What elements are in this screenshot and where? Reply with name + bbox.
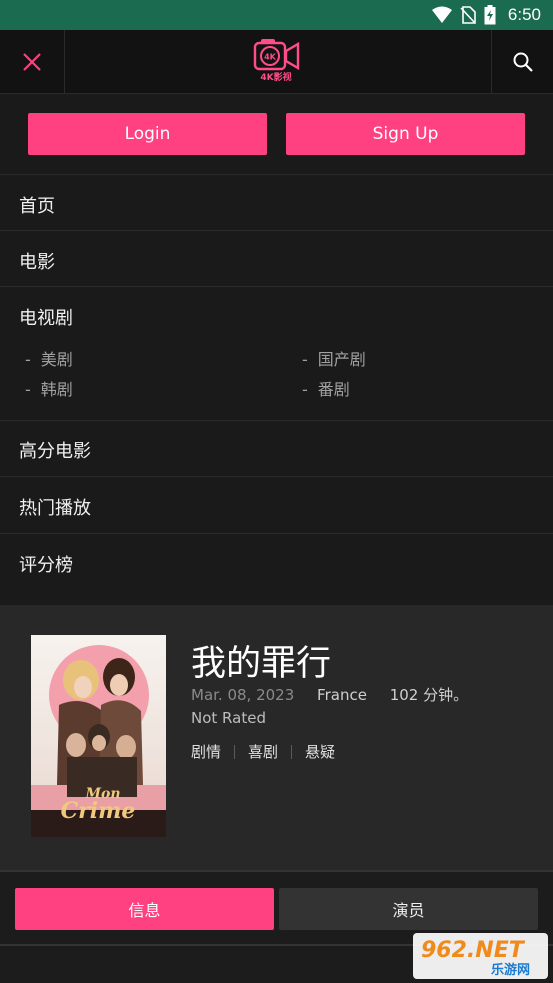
top-app-bar: 4K 4K影视: [0, 30, 553, 94]
submenu-item-anime[interactable]: - 番剧: [302, 376, 350, 400]
genre-tag[interactable]: 悬疑: [305, 741, 335, 762]
logo-text: 4K影视: [260, 73, 292, 83]
close-menu-button[interactable]: [0, 30, 65, 94]
menu-item-label: 电影: [19, 252, 55, 273]
watermark-brand: 962.NET: [421, 938, 526, 963]
genre-list: 剧情 喜剧 悬疑: [191, 741, 335, 762]
menu-item-home[interactable]: 首页: [0, 175, 553, 231]
search-icon: [513, 52, 533, 72]
genre-tag[interactable]: 喜剧: [248, 741, 278, 762]
genre-divider: [234, 744, 236, 759]
tab-cast[interactable]: 演员: [279, 888, 538, 930]
poster-title-line-2: Crime: [61, 798, 136, 824]
movie-detail-card: Mon Crime 我的罪行 Mar. 08, 2023 France 102 …: [0, 605, 553, 870]
movie-rating: Not Rated: [191, 709, 266, 727]
menu-item-label: 评分榜: [19, 555, 73, 576]
menu-item-tv: 电视剧 - 美剧 - 国产剧 - 韩剧 - 番剧: [0, 287, 553, 421]
movie-title: 我的罪行: [191, 644, 332, 684]
logo-badge: 4K: [264, 53, 277, 62]
status-icons: 6:50: [431, 4, 541, 26]
movie-meta: Mar. 08, 2023 France 102 分钟。: [191, 684, 468, 705]
movie-poster[interactable]: Mon Crime: [31, 635, 166, 837]
menu-item-label: 热门播放: [19, 498, 91, 519]
genre-divider: [291, 744, 293, 759]
search-button[interactable]: [491, 30, 553, 94]
app-logo[interactable]: 4K 4K影视: [244, 38, 308, 86]
wifi-icon: [431, 6, 452, 23]
menu-item-label: 高分电影: [19, 441, 91, 462]
watermark-sub: 乐游网: [491, 962, 530, 978]
menu-item-ranking[interactable]: 评分榜: [0, 534, 553, 605]
nav-menu: 首页 电影 电视剧 - 美剧 - 国产剧 - 韩剧 - 番剧 高分电影 热门播放 评分榜: [0, 175, 553, 605]
menu-item-hot[interactable]: 热门播放: [0, 477, 553, 534]
movie-runtime: 102 分钟。: [389, 686, 469, 704]
auth-row: Login Sign Up: [0, 95, 553, 175]
login-button[interactable]: Login: [28, 113, 267, 155]
watermark-logo: 962.NET 乐游网: [413, 933, 548, 979]
menu-item-label: 首页: [19, 196, 55, 217]
submenu-item-cn-drama[interactable]: - 国产剧: [302, 346, 366, 370]
no-sim-icon: [460, 6, 476, 24]
camera-logo-icon: 4K: [253, 39, 300, 71]
menu-item-label[interactable]: 电视剧: [19, 304, 73, 330]
status-time: 6:50: [507, 5, 541, 24]
submenu-item-us-drama[interactable]: - 美剧: [25, 346, 73, 370]
release-date: Mar. 08, 2023: [191, 686, 295, 704]
poster-image: Mon Crime: [31, 635, 166, 837]
menu-item-top-rated[interactable]: 高分电影: [0, 421, 553, 477]
site-watermark: 962.NET 乐游网: [413, 933, 548, 979]
genre-tag[interactable]: 剧情: [191, 741, 221, 762]
signup-button[interactable]: Sign Up: [286, 113, 525, 155]
movie-country: France: [317, 686, 367, 704]
tab-info[interactable]: 信息: [15, 888, 274, 930]
menu-item-movies[interactable]: 电影: [0, 231, 553, 287]
close-icon: [23, 53, 41, 71]
battery-charging-icon: [484, 5, 496, 25]
submenu-item-kr-drama[interactable]: - 韩剧: [25, 376, 73, 400]
status-bar: 6:50: [0, 0, 553, 30]
